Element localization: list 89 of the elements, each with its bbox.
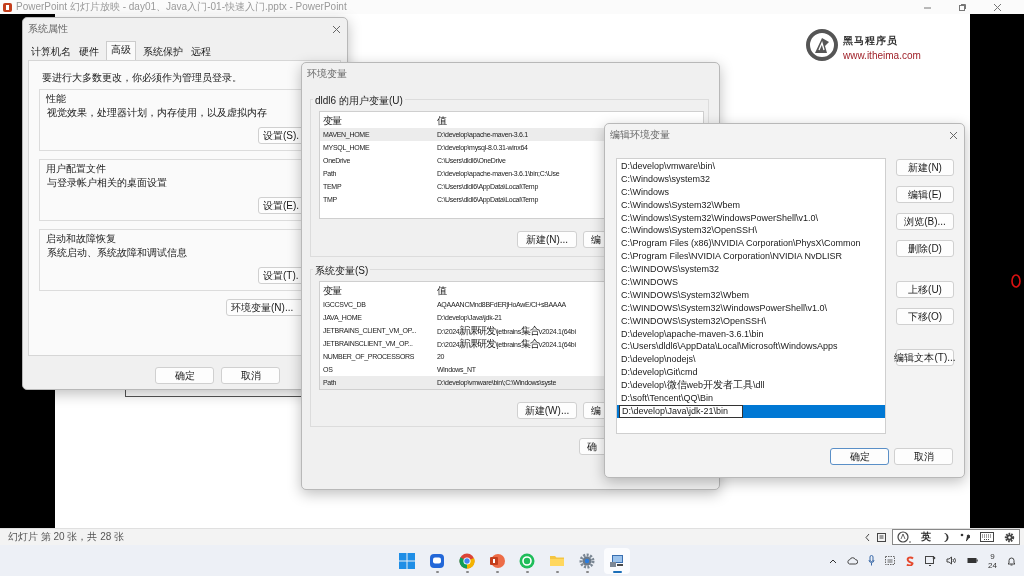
path-entry[interactable]: D:\develop\apache-maven-3.6.1\bin — [617, 327, 885, 341]
group-description: 与登录帐户相关的桌面设置 — [47, 176, 167, 190]
clock-date[interactable]: 24 — [988, 560, 997, 570]
edit-field[interactable]: D:\develop\Java\jdk-21\bin — [619, 404, 744, 418]
column-header[interactable]: 变量 — [320, 284, 434, 298]
path-entry[interactable]: C:\WINDOWS\System32\OpenSSH\ — [617, 314, 885, 328]
dialog-button[interactable]: 新建(W)... — [517, 402, 577, 419]
start-icon — [399, 552, 415, 569]
network-icon[interactable] — [925, 555, 937, 566]
tab[interactable]: 硬件 — [75, 44, 103, 60]
input-method-icon[interactable] — [905, 555, 916, 566]
dialog-button[interactable]: 确定 — [155, 367, 214, 384]
logo-url: www.itheima.com — [843, 49, 921, 62]
window-title: PowerPoint 幻灯片放映 - day01、Java入门-01-快速入门.pptx - PowerPoint — [16, 0, 347, 14]
tab[interactable]: 高级 — [106, 41, 136, 60]
chat-icon — [429, 552, 445, 569]
restore-icon[interactable] — [958, 2, 967, 12]
path-entry[interactable]: D:\develop\Git\cmd — [617, 366, 885, 380]
dialog-button[interactable]: 浏览(B)... — [896, 213, 954, 230]
slide-counter: 幻灯片 第 20 张，共 28 张 — [8, 530, 125, 544]
keyboard-icon[interactable] — [980, 532, 994, 542]
group-title: 用户配置文件 — [45, 162, 107, 176]
browser-icon — [459, 552, 475, 569]
ring-icon — [1011, 274, 1021, 288]
close-icon[interactable] — [993, 2, 1002, 12]
dialog-button[interactable]: 编辑文本(T)... — [896, 349, 954, 366]
path-entry[interactable]: C:\Windows — [617, 185, 885, 199]
dialog-button[interactable]: 删除(D) — [896, 240, 954, 257]
selected-row[interactable]: D:\develop\Java\jdk-21\bin — [617, 404, 885, 418]
tab[interactable]: 计算机名 — [27, 44, 75, 60]
tab[interactable]: 系统保护 — [139, 44, 187, 60]
dialog-title: 环境变量 — [307, 67, 347, 81]
close-icon[interactable] — [949, 130, 958, 140]
clock-time[interactable]: 9 — [990, 551, 995, 561]
dialog-button[interactable]: 编辑(E) — [896, 186, 954, 203]
punctuation-icon[interactable] — [960, 532, 970, 542]
dialog-button[interactable]: 取消 — [221, 367, 280, 384]
battery-icon[interactable] — [967, 556, 979, 565]
presentation-app-icon — [489, 552, 505, 569]
dialog-button[interactable]: 下移(O) — [896, 308, 954, 325]
path-entry[interactable]: C:\Windows\System32\Wbem — [617, 198, 885, 212]
path-entry[interactable]: C:\WINDOWS\System32\WindowsPowerShell\v1.0\ — [617, 301, 885, 315]
path-entry[interactable]: D:\develop\nodejs\ — [617, 353, 885, 367]
dialog-title: 编辑环境变量 — [610, 128, 670, 142]
path-entry[interactable]: C:\Program Files (x86)\NVIDIA Corporation\PhysX\Common — [617, 237, 885, 251]
dialog-button[interactable]: 确定 — [830, 448, 889, 465]
chevron-up-icon[interactable] — [829, 557, 838, 564]
path-entry[interactable]: C:\Windows\system32 — [617, 172, 885, 186]
path-entry[interactable]: C:\WINDOWS\System32\Wbem — [617, 288, 885, 302]
logo-title: 黑马程序员 — [843, 33, 899, 48]
column-header[interactable]: 变量 — [320, 114, 434, 128]
chevron-left-icon[interactable] — [864, 532, 871, 542]
settings-icon[interactable] — [1004, 531, 1015, 543]
bell-icon[interactable] — [1007, 555, 1016, 566]
group-title: 系统变量(S) — [313, 264, 371, 278]
path-entry[interactable]: C:\Program Files\NVIDIA Corporation\NVIDIA NvDLISR — [617, 250, 885, 264]
computer-icon — [609, 552, 625, 569]
path-entry[interactable]: D:\soft\Tencent\QQ\Bin — [617, 392, 885, 405]
path-entry[interactable]: C:\Windows\System32\WindowsPowerShell\v1.0\ — [617, 211, 885, 225]
taskbar-button[interactable] — [604, 547, 630, 574]
close-icon[interactable] — [332, 24, 341, 34]
group-description: 系统启动、系统故障和调试信息 — [47, 246, 187, 260]
group-description: 视觉效果，处理器计划，内存使用，以及虚拟内存 — [47, 106, 267, 120]
path-entry[interactable]: C:\Windows\System32\OpenSSH\ — [617, 224, 885, 238]
path-entry[interactable]: C:\WINDOWS — [617, 276, 885, 289]
group-title: 性能 — [45, 92, 67, 106]
dialog-title: 系统属性 — [28, 22, 68, 36]
dialog-button[interactable]: 取消 — [894, 448, 953, 465]
notice-text: 要进行大多数更改，你必须作为管理员登录。 — [42, 71, 242, 85]
group-title: dldl6 的用户变量(U) — [313, 94, 405, 108]
path-entry[interactable]: D:\develop\微信web开发者工具\dll — [617, 379, 885, 393]
column-header[interactable]: 值 — [434, 284, 446, 298]
gear-icon — [579, 552, 595, 569]
dialog-button[interactable]: 新建(N) — [896, 159, 954, 176]
path-entry[interactable]: D:\develop\vmware\bin\ — [617, 160, 885, 173]
ime-logo-icon[interactable] — [897, 531, 911, 543]
dialog-button[interactable]: 新建(N)... — [517, 231, 577, 248]
captions-icon[interactable] — [885, 556, 896, 565]
cloud-icon[interactable] — [847, 556, 859, 565]
notes-icon[interactable] — [877, 532, 886, 542]
input-mode[interactable]: 英 — [921, 530, 931, 544]
column-header[interactable]: 值 — [434, 114, 446, 128]
microphone-icon[interactable] — [868, 555, 876, 566]
tab[interactable]: 远程 — [187, 44, 215, 60]
path-entry[interactable]: C:\WINDOWS\system32 — [617, 263, 885, 276]
dialog-button[interactable]: 上移(U) — [896, 281, 954, 298]
group-title: 启动和故障恢复 — [45, 232, 117, 246]
path-entry[interactable]: C:\Users\dldl6\AppData\Local\Microsoft\WindowsApps — [617, 340, 885, 354]
volume-icon[interactable] — [946, 556, 958, 565]
